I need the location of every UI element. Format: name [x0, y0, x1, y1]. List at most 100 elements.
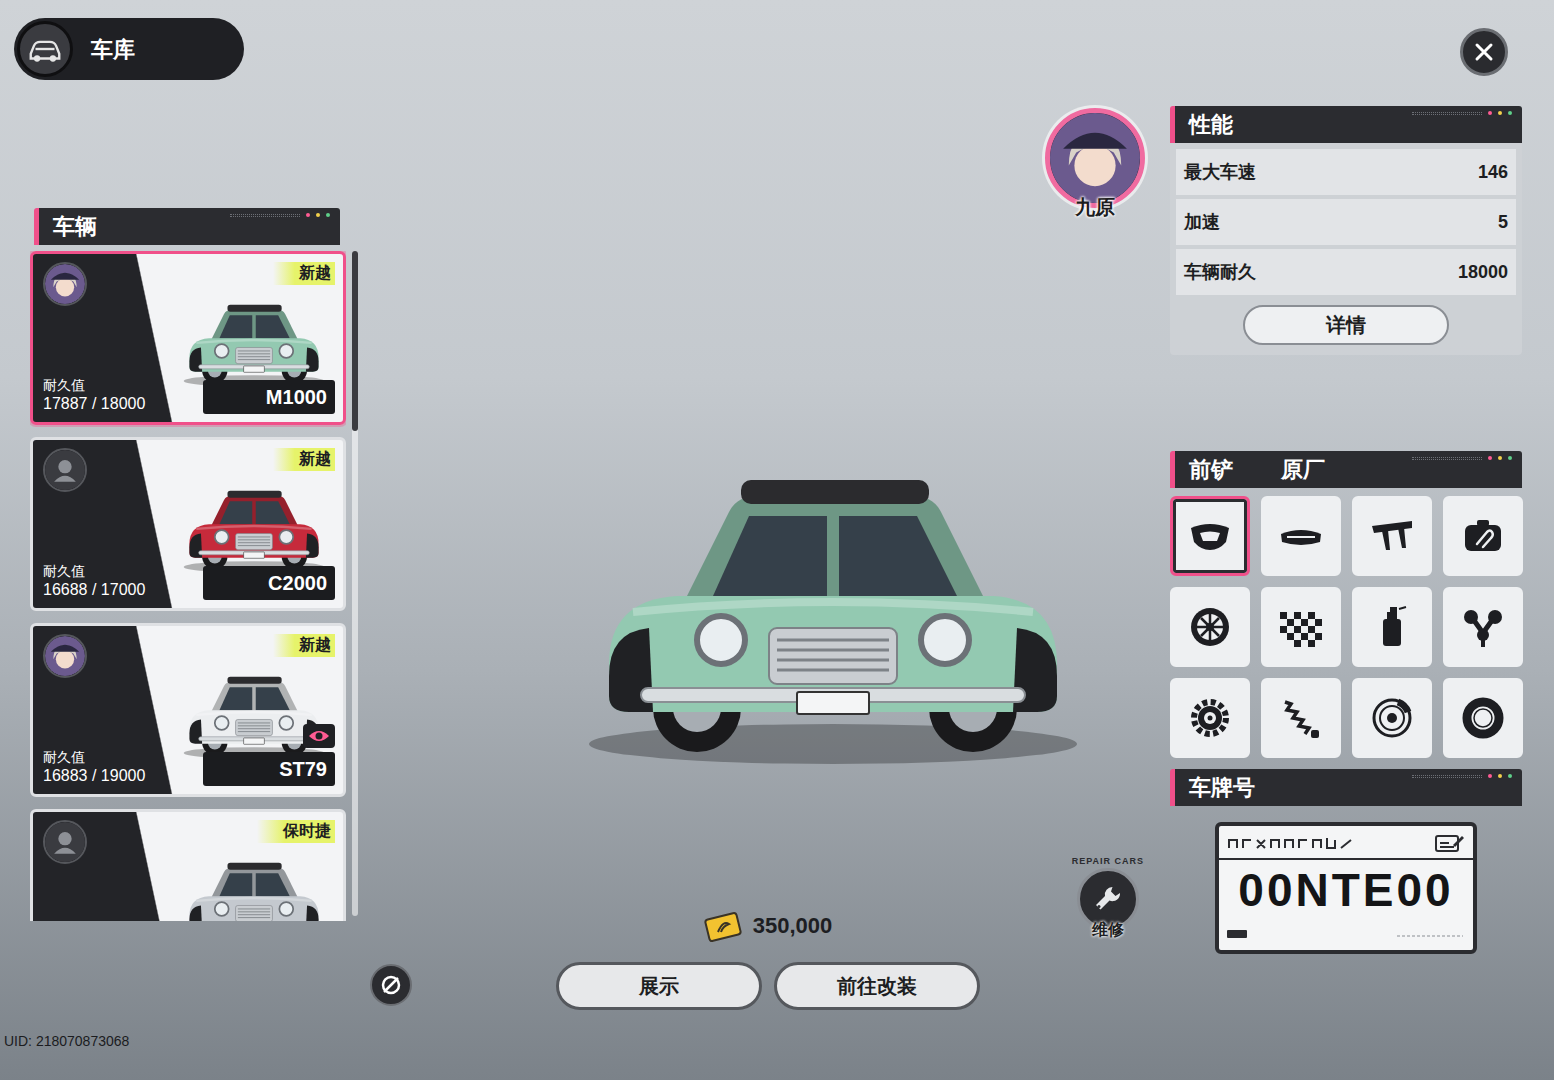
header-deco	[1412, 453, 1512, 460]
empty-driver-icon	[43, 820, 87, 864]
durability-label: 耐久值	[43, 563, 145, 580]
edit-plate-icon[interactable]	[1435, 830, 1465, 854]
vehicle-car-icon	[179, 477, 329, 575]
brand-badge: 新越	[273, 634, 335, 657]
driver-avatar-icon	[43, 634, 87, 678]
stat-row: 最大车速 146	[1176, 149, 1516, 195]
brand-badge: 新越	[273, 448, 335, 471]
header-deco	[1412, 771, 1512, 778]
close-button[interactable]	[1460, 28, 1508, 76]
performance-panel: 性能最大车速 146 加速 5 车辆耐久 18000 详情	[1170, 106, 1522, 355]
vehicle-card[interactable]: 新越耐久值16883 / 19000 ST79	[30, 623, 346, 797]
part-tile[interactable]	[1443, 587, 1523, 667]
tire-icon	[1459, 694, 1507, 742]
brake-icon	[1368, 694, 1416, 742]
modify-button[interactable]: 前往改装	[774, 962, 980, 1010]
parts-header: 前铲 原厂	[1170, 451, 1522, 488]
driver-portrait[interactable]: 九原	[1040, 108, 1150, 222]
license-plate[interactable]: 00NTE00	[1215, 822, 1477, 954]
part-tile[interactable]	[1261, 496, 1341, 576]
plate-strip-icon	[1227, 922, 1247, 946]
hide-ui-button[interactable]	[370, 964, 412, 1006]
plate-logo-icon	[1227, 830, 1357, 854]
durability-value: 16883 / 19000	[43, 766, 145, 786]
vehicle-card[interactable]: 新越耐久值16688 / 17000C2000	[30, 437, 346, 611]
plate-mark-icon	[1395, 922, 1465, 946]
repair-button[interactable]: REPAIR CARS 维修	[1072, 855, 1144, 943]
part-tile[interactable]	[1170, 496, 1250, 576]
plate-title: 车牌号	[1189, 771, 1255, 804]
rear-bumper-icon	[1277, 512, 1325, 560]
part-variant: 原厂	[1281, 453, 1325, 486]
header-deco	[1412, 108, 1512, 115]
spoiler-icon	[1368, 512, 1416, 560]
details-button[interactable]: 详情	[1243, 305, 1449, 345]
stat-value: 146	[1478, 159, 1508, 186]
part-tile[interactable]	[1352, 678, 1432, 758]
suspension-icon	[1277, 694, 1325, 742]
scroll-thumb[interactable]	[352, 251, 358, 431]
currency: 350,000	[703, 909, 833, 942]
part-tile[interactable]	[1352, 587, 1432, 667]
vehicle-card[interactable]: 新越耐久值17887 / 18000 M1000	[30, 251, 346, 425]
model-name: ST79	[203, 752, 335, 786]
repair-caption: REPAIR CARS	[1072, 855, 1144, 869]
stat-value: 5	[1498, 209, 1508, 236]
durability-label: 耐久值	[43, 749, 145, 766]
header-deco	[230, 210, 330, 217]
vehicle-car-icon	[179, 849, 329, 921]
garage-title: 车库	[91, 33, 135, 66]
brand-badge: 新越	[273, 262, 335, 285]
rim-icon	[1186, 603, 1234, 651]
livery-icon	[1277, 603, 1325, 651]
part-tile[interactable]	[1170, 678, 1250, 758]
durability-value: 17887 / 18000	[43, 394, 145, 414]
durability-value: 16688 / 17000	[43, 580, 145, 600]
parts-grid	[1170, 496, 1522, 758]
stat-label: 加速	[1184, 209, 1220, 236]
kit-icon	[1459, 512, 1507, 560]
plate-header: 车牌号	[1170, 769, 1522, 806]
stat-value: 18000	[1458, 259, 1508, 286]
vehicle-card[interactable]: 保时捷	[30, 809, 346, 921]
vehicle-car-icon	[179, 291, 329, 389]
engine-icon	[1459, 603, 1507, 651]
display-eye-icon	[303, 724, 335, 748]
durability-label: 耐久值	[43, 377, 145, 394]
vehicles-header: 车辆	[34, 208, 340, 245]
repair-label: 维修	[1092, 918, 1124, 942]
front-bumper-icon	[1186, 512, 1234, 560]
part-category: 前铲	[1189, 453, 1233, 486]
vehicles-title: 车辆	[53, 210, 97, 243]
stat-row: 车辆耐久 18000	[1176, 249, 1516, 295]
driver-portrait-icon	[1045, 108, 1145, 208]
gearbox-icon	[1186, 694, 1234, 742]
vehicle-scrollbar[interactable]	[352, 251, 358, 916]
stat-label: 车辆耐久	[1184, 259, 1256, 286]
part-tile[interactable]	[1443, 678, 1523, 758]
part-tile[interactable]	[1261, 587, 1341, 667]
selected-car-icon	[573, 432, 1093, 772]
model-name: M1000	[203, 380, 335, 414]
brand-badge: 保时捷	[257, 820, 335, 843]
part-tile[interactable]	[1170, 587, 1250, 667]
part-tile[interactable]	[1443, 496, 1523, 576]
showcase-button[interactable]: 展示	[556, 962, 762, 1010]
stat-row: 加速 5	[1176, 199, 1516, 245]
currency-icon	[703, 909, 743, 942]
performance-header: 性能	[1170, 106, 1522, 143]
empty-driver-icon	[43, 448, 87, 492]
driver-avatar-icon	[43, 262, 87, 306]
part-tile[interactable]	[1261, 678, 1341, 758]
part-tile[interactable]	[1352, 496, 1432, 576]
spray-can-icon	[1368, 603, 1416, 651]
wrench-icon[interactable]	[1077, 868, 1139, 930]
stat-label: 最大车速	[1184, 159, 1256, 186]
vehicle-list: 新越耐久值17887 / 18000M1000新越耐久值16688 / 1700…	[30, 251, 346, 921]
car-icon	[17, 21, 73, 77]
close-icon	[1474, 42, 1494, 62]
uid-label: UID: 218070873068	[4, 1031, 365, 1052]
currency-amount: 350,000	[753, 909, 833, 942]
driver-name: 九原	[1075, 192, 1115, 222]
garage-title-pill: 车库	[14, 18, 244, 80]
